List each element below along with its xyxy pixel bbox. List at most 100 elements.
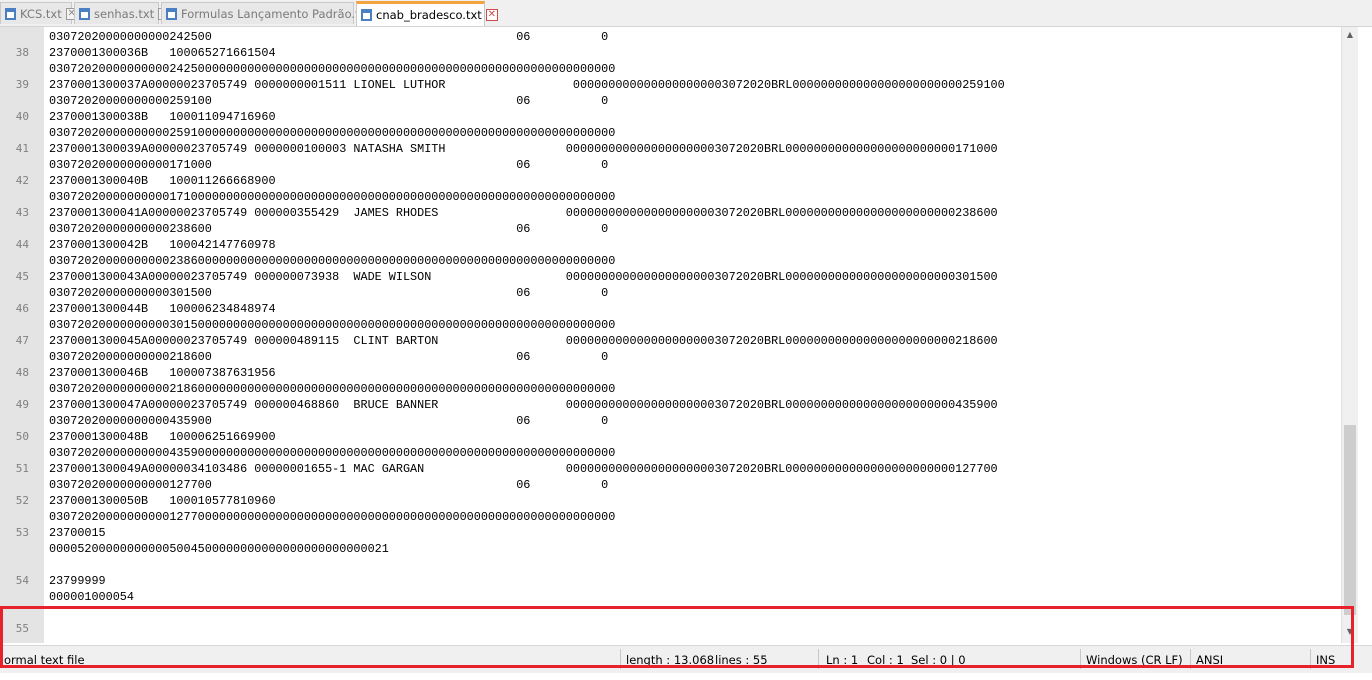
editor-line[interactable] [0, 557, 1341, 573]
line-number: 38 [15, 46, 29, 59]
status-length: length : 13.068 [626, 653, 715, 667]
editor-line[interactable]: 42 2370001300040B 100011266668900 [0, 173, 1341, 189]
editor-line[interactable]: 51 2370001300049A00000034103486 000000016… [0, 461, 1341, 477]
tab-label: Formulas Lançamento Padrão.txt [181, 6, 371, 21]
editor-line[interactable]: 48 2370001300046B 100007387631956 [0, 365, 1341, 381]
line-text: 2370001300045A00000023705749 00000048911… [49, 334, 998, 348]
tab-label: senhas.txt [94, 6, 155, 21]
editor-line[interactable]: 03072020000000000127700 06 0 [0, 477, 1341, 493]
line-number: 52 [15, 494, 29, 507]
line-number: 49 [15, 398, 29, 411]
line-number: 46 [15, 302, 29, 315]
file-icon [360, 8, 373, 22]
text-editor[interactable]: 03072020000000000242500 06 0 38 2370001300… [0, 27, 1341, 643]
scrollbar-thumb[interactable] [1344, 425, 1356, 615]
editor-line[interactable]: 0000520000000000050045000000000000000000… [0, 541, 1341, 557]
line-text: 0307202000000000024250000000000000000000… [49, 62, 616, 76]
editor-line[interactable]: 03072020000000000259100 06 0 [0, 93, 1341, 109]
line-text: 2370001300043A00000023705749 00000007393… [49, 270, 998, 284]
line-text: 0307202000000000017100000000000000000000… [49, 190, 616, 204]
line-text: 0307202000000000043590000000000000000000… [49, 446, 616, 460]
editor-line[interactable]: 43 2370001300041A00000023705749 000000355… [0, 205, 1341, 221]
status-file-type: ormal text file [4, 653, 85, 667]
editor-line[interactable]: 44 2370001300042B 100042147760978 [0, 237, 1341, 253]
status-col: Col : 1 [867, 653, 904, 667]
editor-line[interactable]: 03072020000000000238600 06 0 [0, 221, 1341, 237]
file-icon [78, 7, 91, 21]
line-text: 000001000054 [49, 590, 134, 604]
line-number: 53 [15, 526, 29, 539]
line-text: 03072020000000000301500 06 0 [49, 286, 609, 300]
editor-line[interactable]: 0307202000000000021860000000000000000000… [0, 381, 1341, 397]
file-icon [165, 7, 178, 21]
arrow-up-icon[interactable]: ▲ [1345, 30, 1355, 40]
editor-line[interactable]: 49 2370001300047A00000023705749 000000468… [0, 397, 1341, 413]
editor-line[interactable]: 000001000054 [0, 589, 1341, 605]
line-number: 50 [15, 430, 29, 443]
editor-line[interactable]: 38 2370001300036B 100065271661504 [0, 45, 1341, 61]
editor-line[interactable]: 53 23700015 [0, 525, 1341, 541]
editor-line[interactable]: 55 [0, 621, 1341, 637]
line-text: 0307202000000000012770000000000000000000… [49, 510, 616, 524]
line-text: 23799999 [49, 574, 106, 588]
editor-line[interactable]: 52 2370001300050B 100010577810960 [0, 493, 1341, 509]
line-text: 2370001300039A00000023705749 00000001000… [49, 142, 998, 156]
editor-line[interactable]: 39 2370001300037A00000023705749 000000000… [0, 77, 1341, 93]
line-number: 44 [15, 238, 29, 251]
line-text: 2370001300047A00000023705749 00000046886… [49, 398, 998, 412]
line-text: 0307202000000000021860000000000000000000… [49, 382, 616, 396]
tab-label: KCS.txt [20, 6, 62, 21]
editor-line[interactable]: 45 2370001300043A00000023705749 000000073… [0, 269, 1341, 285]
line-number: 48 [15, 366, 29, 379]
status-bar: ormal text file length : 13.068 lines : … [0, 645, 1372, 673]
line-number: 45 [15, 270, 29, 283]
editor-line[interactable]: 03072020000000000301500 06 0 [0, 285, 1341, 301]
line-text: 2370001300046B 100007387631956 [49, 366, 276, 380]
tab-senhas[interactable]: senhas.txt ✕ [74, 2, 171, 24]
arrow-down-icon[interactable]: ▼ [1345, 627, 1355, 637]
line-text: 0307202000000000030150000000000000000000… [49, 318, 616, 332]
editor-line[interactable]: 0307202000000000023860000000000000000000… [0, 253, 1341, 269]
tab-bar: KCS.txt ✕ senhas.txt ✕ Formulas Lançamen… [0, 0, 1372, 27]
editor-line[interactable]: 03072020000000000435900 06 0 [0, 413, 1341, 429]
editor-line[interactable] [0, 605, 1341, 621]
line-text: 03072020000000000238600 06 0 [49, 222, 609, 236]
file-icon [4, 7, 17, 21]
status-mode[interactable]: INS [1316, 653, 1335, 667]
vertical-scrollbar[interactable]: ▲ ▼ [1341, 27, 1358, 643]
editor-line[interactable]: 0307202000000000025910000000000000000000… [0, 125, 1341, 141]
editor-line[interactable]: 40 2370001300038B 100011094716960 [0, 109, 1341, 125]
editor-line[interactable]: 03072020000000000218600 06 0 [0, 349, 1341, 365]
editor-line[interactable]: 0307202000000000043590000000000000000000… [0, 445, 1341, 461]
line-number: 41 [15, 142, 29, 155]
line-text: 2370001300038B 100011094716960 [49, 110, 276, 124]
editor-line[interactable]: 0307202000000000017100000000000000000000… [0, 189, 1341, 205]
tab-kcs[interactable]: KCS.txt ✕ [0, 2, 78, 24]
editor-line[interactable]: 0307202000000000012770000000000000000000… [0, 509, 1341, 525]
close-icon[interactable]: ✕ [485, 9, 498, 21]
editor-line[interactable]: 47 2370001300045A00000023705749 000000489… [0, 333, 1341, 349]
editor-line[interactable]: 03072020000000000171000 06 0 [0, 157, 1341, 173]
line-text: 0307202000000000025910000000000000000000… [49, 126, 616, 140]
editor-line[interactable]: 46 2370001300044B 100006234848974 [0, 301, 1341, 317]
editor-line[interactable]: 0307202000000000030150000000000000000000… [0, 317, 1341, 333]
editor-line[interactable]: 0307202000000000024250000000000000000000… [0, 61, 1341, 77]
tab-formulas[interactable]: Formulas Lançamento Padrão.txt ✕ [161, 2, 387, 24]
status-lines: lines : 55 [715, 653, 768, 667]
line-text: 03072020000000000171000 06 0 [49, 158, 609, 172]
line-number: 40 [15, 110, 29, 123]
line-number: 42 [15, 174, 29, 187]
line-text: 23700015 [49, 526, 106, 540]
tab-label: cnab_bradesco.txt [376, 8, 482, 22]
line-number: 39 [15, 78, 29, 91]
editor-line[interactable]: 03072020000000000242500 06 0 [0, 29, 1341, 45]
line-number: 54 [15, 574, 29, 587]
editor-line[interactable]: 54 23799999 [0, 573, 1341, 589]
line-text: 0000520000000000050045000000000000000000… [49, 542, 389, 556]
line-text: 2370001300037A00000023705749 00000000015… [49, 78, 1005, 92]
line-number: 55 [15, 622, 29, 635]
editor-line[interactable]: 41 2370001300039A00000023705749 000000010… [0, 141, 1341, 157]
status-eol: Windows (CR LF) [1086, 653, 1183, 667]
editor-line[interactable]: 50 2370001300048B 100006251669900 [0, 429, 1341, 445]
tab-cnab-bradesco[interactable]: cnab_bradesco.txt ✕ [356, 1, 498, 26]
